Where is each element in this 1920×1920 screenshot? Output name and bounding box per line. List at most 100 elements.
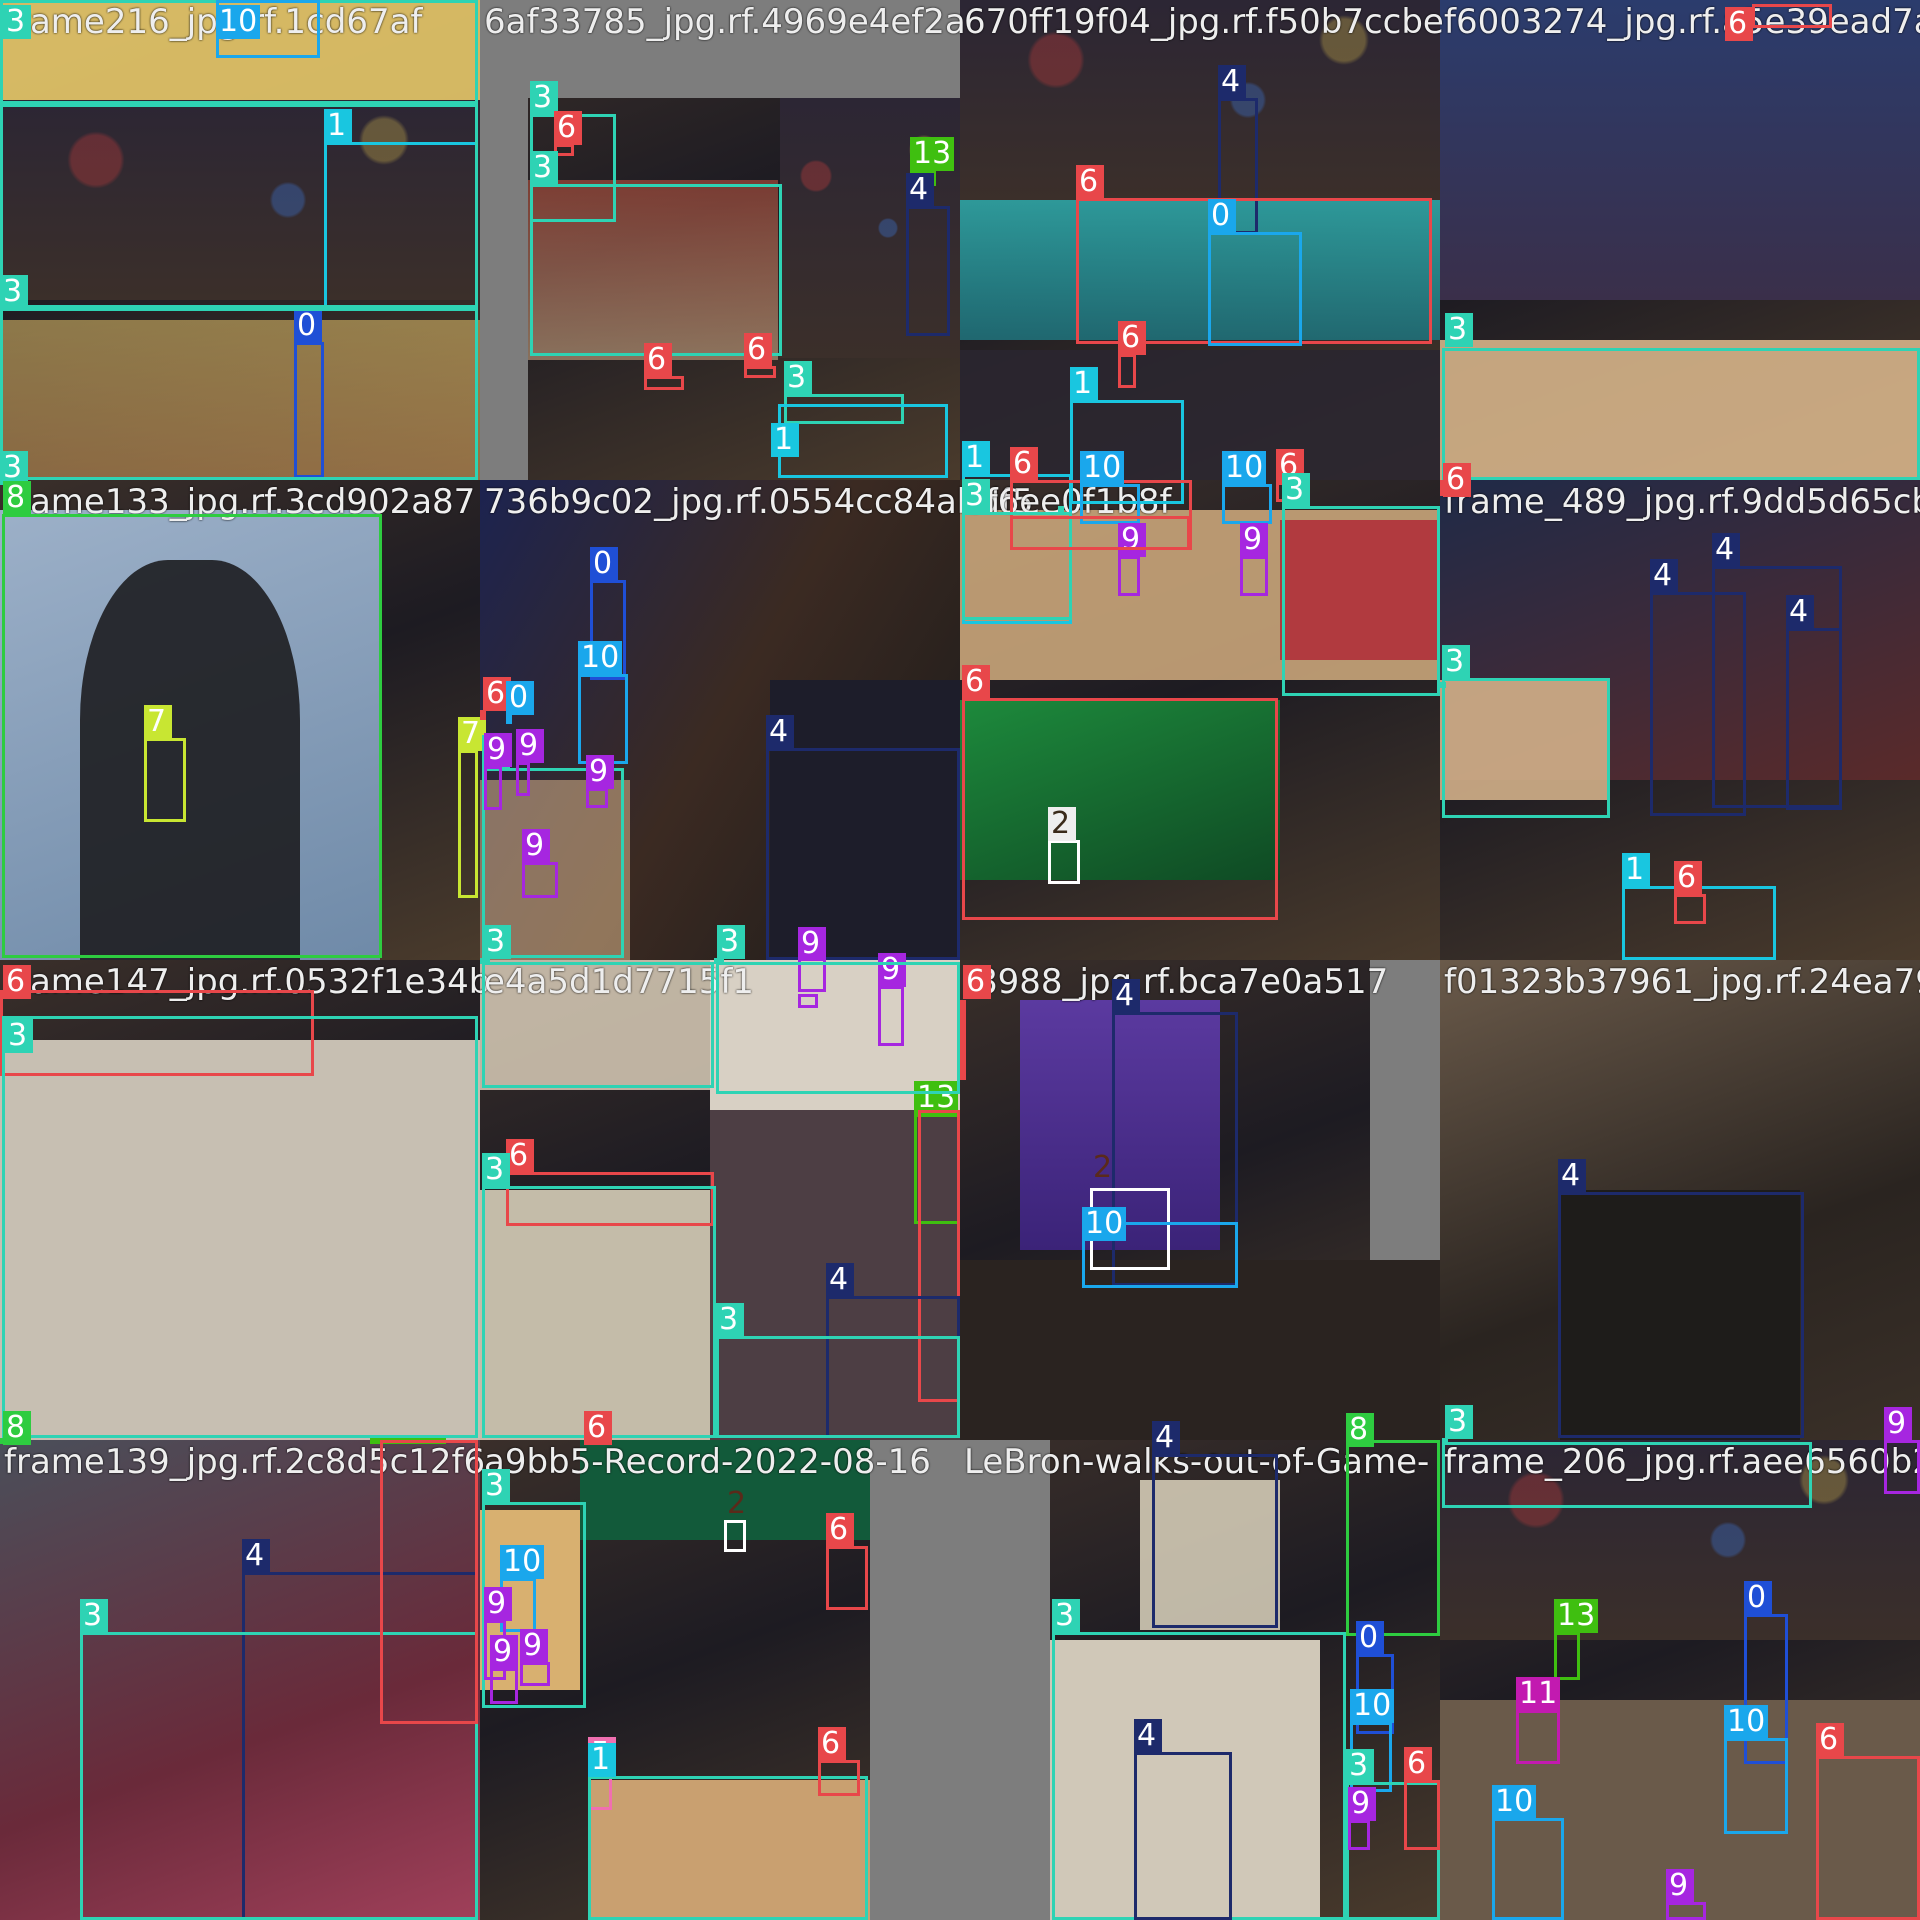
detection-box: 3 [2,1016,478,1438]
detection-label: 6 [1725,7,1753,41]
tile-filename: f6003274_jpg.rf.a5e39ead7a2 [1444,2,1920,42]
detection-box: 6 [960,965,991,1080]
detection-label: 8 [3,481,31,515]
detection-label: 0 [506,681,534,715]
detection-box: 3 [482,962,714,1088]
detection-box: 10 [1492,1785,1564,1920]
detection-label: 1 [588,1743,616,1777]
detection-label: 6 [1443,463,1471,497]
detection-label: 1 [962,441,990,475]
detection-box: 4 [1558,1159,1804,1438]
tile-filename: f01323b37961_jpg.rf.24ea7928a8 [1444,962,1920,1002]
detection-box: 3 [1442,645,1610,818]
detection-label: 13 [1554,1599,1599,1633]
detection-label: 6 [818,1727,846,1761]
detection-label: 13 [910,137,955,171]
detection-box: 10 [216,0,320,58]
detection-box: 6 [818,1727,860,1796]
detection-box: 4 [906,173,950,336]
detection-box: 6 [1118,321,1146,388]
detection-box: 9 [1348,1787,1376,1850]
detection-label: 10 [1222,451,1267,485]
detection-label: 1 [1070,367,1098,401]
detection-label: 0 [1208,199,1236,233]
detection-label: 10 [1080,451,1125,485]
detection-box: 3 [530,151,782,356]
tile-filename: f8988_jpg.rf.bca7e0a517 [964,962,1389,1002]
detection-box: 3 [482,1153,716,1438]
detection-box: 9 [490,1635,518,1704]
detection-box: 3 [716,962,960,1094]
detection-label: 10 [216,5,261,39]
detection-label: 10 [500,1545,545,1579]
detection-label: 0 [1744,1581,1772,1615]
detection-label: 3 [1346,1749,1374,1783]
detection-label: 3 [5,1019,33,1053]
detection-label: 6 [1674,861,1702,895]
detection-label: 6 [554,111,582,145]
detection-box: 10 [1222,451,1272,524]
detection-label: 6 [1404,1747,1432,1781]
detection-label: 6 [3,965,31,999]
detection-box: 8 [0,1411,31,1445]
detection-label: 9 [520,1629,548,1663]
detection-label: 4 [1134,1719,1162,1753]
detection-label: 4 [1218,65,1246,99]
detection-box: 9 [1118,523,1146,596]
detection-box: 3 [1282,473,1440,696]
detection-label: 3 [962,479,990,513]
detection-box: 4 [1134,1719,1232,1920]
detection-label: 9 [484,1587,512,1621]
detection-label: 3 [530,81,558,115]
detection-label: 10 [578,641,623,675]
detection-label: 3 [1442,645,1470,679]
detection-label: 9 [798,927,826,961]
detection-box: 6 [962,665,1278,920]
detection-box: 3 [0,308,478,485]
detection-label: 3 [717,925,745,959]
detection-label: 6 [506,1139,534,1173]
detection-label: 4 [1558,1159,1586,1193]
detection-box: 6 [380,1440,478,1724]
detection-label: 2 [727,1486,747,1521]
detection-label: 4 [1786,595,1814,629]
detection-label: 3 [0,275,28,309]
detection-box: 4 [766,715,960,960]
detection-label: 6 [1118,321,1146,355]
detection-label: 3 [3,5,31,39]
detection-label: 3 [530,151,558,185]
detection-box: 9 [1240,523,1268,596]
detection-box: 6 [1674,861,1706,924]
detection-label: 9 [1348,1787,1376,1821]
detection-label: 8 [1346,1413,1374,1447]
detection-box: 1 [771,404,948,478]
detection-label: 1 [1622,853,1650,887]
detection-label: 6 [962,665,990,699]
detection-label: 1 [771,423,799,457]
detection-label: 9 [1666,1869,1694,1903]
detection-label: 3 [80,1599,108,1633]
detection-label: 6 [826,1513,854,1547]
detection-label: 0 [590,547,618,581]
detection-box: 6 [584,1411,612,1445]
detection-label: 4 [1650,559,1678,593]
detection-box: 11 [1516,1677,1561,1764]
detection-box: 6 [1816,1723,1920,1920]
detection-box: 3 [1058,506,1064,512]
detection-label: 3 [483,925,511,959]
detection-label: 3 [482,1153,510,1187]
detection-label: 9 [516,729,544,763]
detection-box: 9 [522,829,558,898]
detection-box: 10 [1082,1207,1238,1288]
detection-box: 1 [588,1743,868,1920]
detection-box: 3 [0,104,478,309]
detection-box: 4 [1786,595,1842,810]
detection-box: 4 [1152,1421,1278,1628]
detection-box: 10 [1724,1705,1788,1834]
detection-label: 3 [482,1469,510,1503]
detection-label: 4 [766,715,794,749]
detection-label: 3 [1445,313,1473,347]
detection-box: 6 [1725,4,1832,41]
detection-box: 6 [744,333,776,378]
detection-label: 6 [584,1411,612,1445]
